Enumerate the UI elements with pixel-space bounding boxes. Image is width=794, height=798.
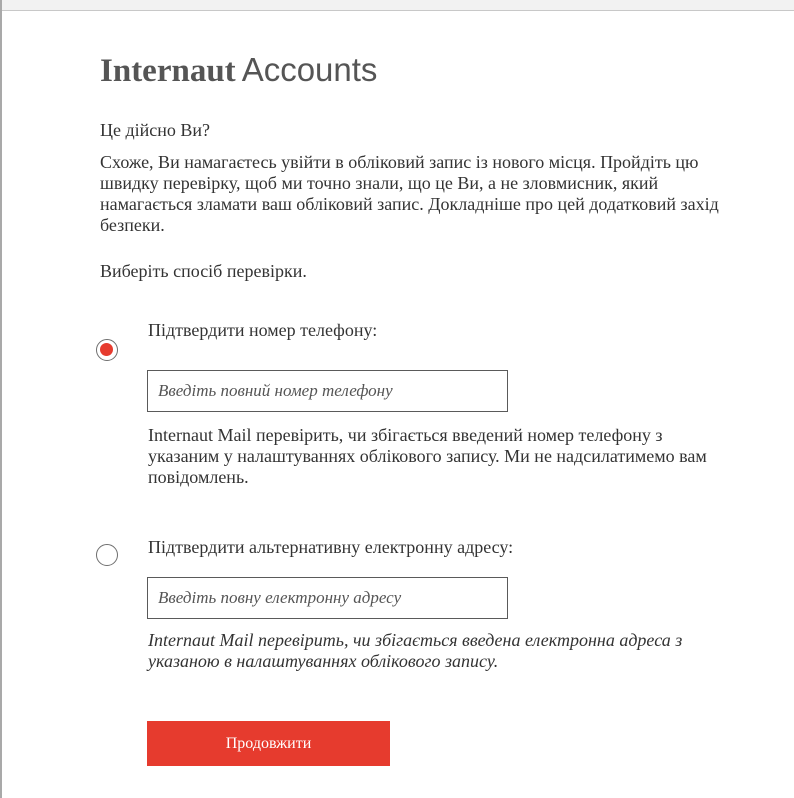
email-option-label[interactable]: Підтвердити альтернативну електронну адр…	[148, 537, 513, 558]
email-address-input[interactable]	[147, 577, 508, 619]
verification-question: Це дійсно Ви?	[100, 120, 211, 140]
phone-option-label[interactable]: Підтвердити номер телефону:	[148, 320, 377, 341]
continue-button[interactable]: Продовжити	[147, 721, 390, 766]
radio-selected-dot	[100, 343, 113, 356]
left-border	[0, 0, 2, 798]
phone-number-input[interactable]	[147, 370, 508, 412]
top-bar	[0, 0, 794, 11]
choose-method-text: Виберіть спосіб перевірки.	[100, 261, 307, 281]
brand-name: Internaut	[100, 53, 236, 89]
title-suffix: Accounts	[241, 51, 378, 88]
verification-page: Internaut Accounts Це дійсно Ви? Схоже, В…	[0, 0, 794, 798]
phone-option-hint: Internaut Mail перевірить, чи збігається…	[148, 425, 707, 487]
email-option-hint: Internaut Mail перевірить, чи збігається…	[148, 630, 683, 671]
page-title: Internaut Accounts	[100, 50, 377, 91]
phone-option-radio[interactable]	[96, 339, 118, 361]
email-option-radio[interactable]	[96, 544, 118, 566]
explanation-text: Схоже, Ви намагаєтесь увійти в обліковий…	[100, 152, 719, 235]
